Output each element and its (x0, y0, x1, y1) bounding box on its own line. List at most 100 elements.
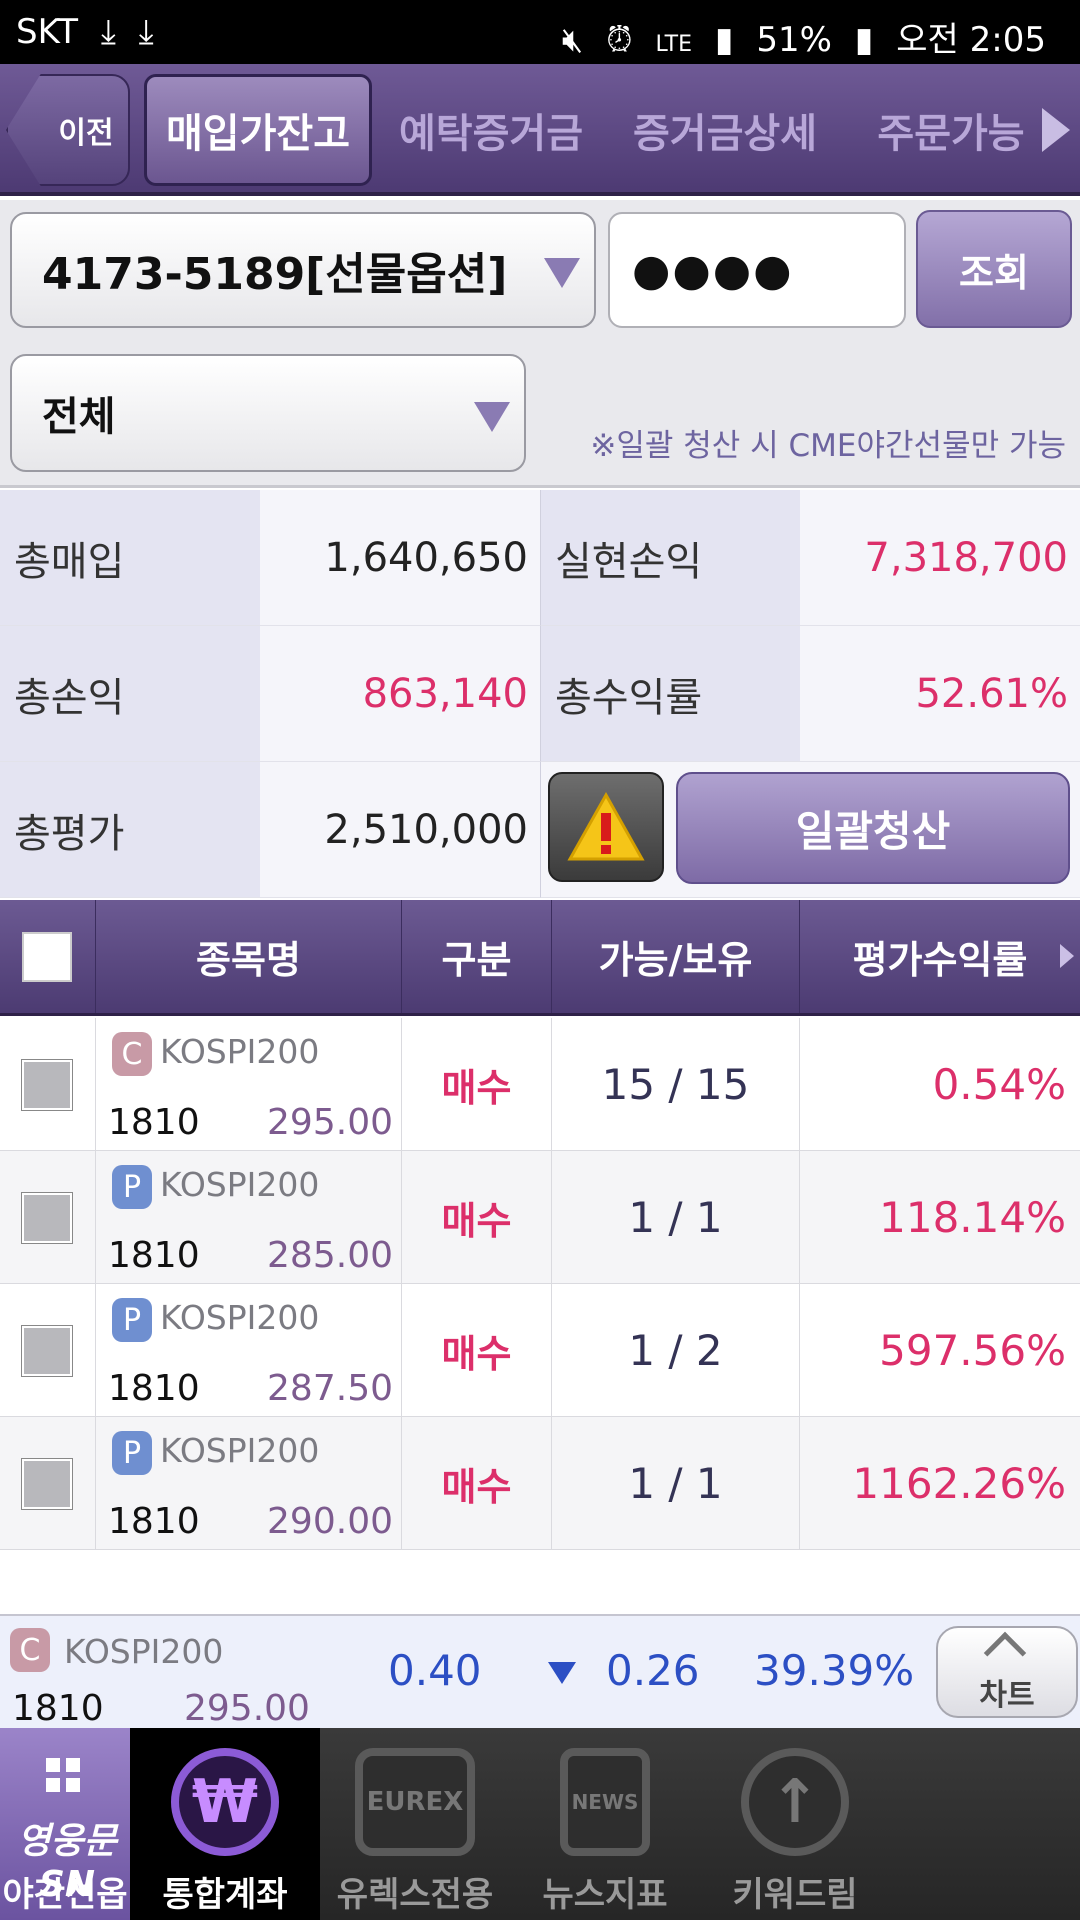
nav-label: 유렉스전용 (336, 1875, 494, 1915)
tab-label: 매입가잔고 (166, 111, 350, 157)
row-name: KOSPI200 (160, 1032, 320, 1071)
realized-pl-label: 실현손익 (540, 490, 800, 626)
quote-rate: 39.39% (754, 1646, 915, 1695)
status-bar: SKT ⤓ ⤓ 🔇︎ ⏰︎ LTE ▮ 51% ▮ 오전 2:05 (0, 0, 1080, 64)
put-badge: P (112, 1431, 152, 1475)
row-strike: 295.00 (267, 1102, 393, 1143)
row-checkbox[interactable] (22, 1459, 72, 1509)
tab-bar: 이전 매입가잔고 예탁증거금 증거금상세 주문가능 (0, 64, 1080, 196)
put-badge: P (112, 1298, 152, 1342)
table-row[interactable]: P KOSPI200 1810 285.00 매수 1 / 1 118.14% (0, 1151, 1080, 1284)
tab-label: 예탁증거금 (399, 111, 583, 157)
quote-month: 1810 (12, 1688, 104, 1729)
row-name: KOSPI200 (160, 1298, 320, 1337)
tab-label: 주문가능 (877, 111, 1025, 157)
query-button[interactable]: 조회 (916, 210, 1072, 328)
nav-label: 키워드림 (732, 1875, 858, 1915)
row-name: KOSPI200 (160, 1165, 320, 1204)
call-badge: C (10, 1628, 50, 1672)
put-badge: P (112, 1165, 152, 1209)
download-icon: ⤓ (138, 12, 154, 52)
chevron-up-icon (983, 1631, 1027, 1675)
total-buy-value: 1,640,650 (260, 490, 540, 626)
row-month: 1810 (108, 1368, 200, 1409)
row-checkbox[interactable] (22, 1326, 72, 1376)
row-type: 매수 (402, 1018, 552, 1150)
bulk-settle-button[interactable]: 일괄청산 (676, 772, 1070, 884)
row-checkbox[interactable] (22, 1193, 72, 1243)
account-select[interactable]: 4173-5189[선물옵션] (10, 212, 596, 328)
chart-button[interactable]: 차트 (936, 1626, 1078, 1718)
header-scroll-right-icon[interactable] (1060, 944, 1074, 968)
eurex-icon-text: EUREX (366, 1787, 464, 1817)
row-item-cell: P KOSPI200 1810 285.00 (96, 1151, 402, 1283)
table-row[interactable]: P KOSPI200 1810 290.00 매수 1 / 1 1162.26% (0, 1417, 1080, 1550)
nav-keyword[interactable]: ↑ 키워드림 (700, 1728, 890, 1920)
row-qty: 1 / 1 (552, 1151, 800, 1283)
filter-value: 전체 (42, 394, 116, 440)
row-check-cell (0, 1018, 96, 1150)
quote-price: 0.40 (388, 1646, 482, 1695)
header-type[interactable]: 구분 (402, 900, 552, 1013)
summary-panel: 총매입 1,640,650 실현손익 7,318,700 총손익 863,140… (0, 490, 1080, 898)
back-button[interactable]: 이전 (6, 74, 130, 186)
carrier-label: SKT (16, 12, 79, 52)
tab-margin-detail[interactable]: 증거금상세 (620, 74, 830, 186)
row-rate: 0.54% (932, 1059, 1066, 1109)
header-qty[interactable]: 가능/보유 (552, 900, 800, 1013)
back-button-label: 이전 (58, 116, 114, 151)
grid-menu-icon (46, 1758, 82, 1794)
filter-select[interactable]: 전체 (10, 354, 526, 472)
eurex-icon: EUREX (355, 1748, 475, 1856)
total-rate-label: 총수익률 (540, 626, 800, 762)
row-month: 1810 (108, 1501, 200, 1542)
realized-pl-value: 7,318,700 (800, 490, 1080, 626)
tab-label: 증거금상세 (633, 111, 817, 157)
warning-button[interactable] (548, 772, 664, 882)
signal-icon: ▮ (714, 20, 734, 60)
settle-notice: ※일괄 청산 시 CME야간선물만 가능 (590, 428, 1066, 464)
tab-order-available[interactable]: 주문가능 (866, 74, 1036, 186)
header-eval-rate[interactable]: 평가수익률 (800, 900, 1080, 1013)
header-item-name[interactable]: 종목명 (96, 900, 402, 1013)
download-icon: ⤓ (100, 12, 116, 52)
tab-scroll-right-icon[interactable] (1042, 108, 1070, 152)
nav-news[interactable]: NEWS 뉴스지표 (510, 1728, 700, 1920)
bottom-nav: 영웅문SN 야간선옵 ₩ 통합계좌 EUREX 유렉스전용 NEWS 뉴스지표 … (0, 1728, 1080, 1920)
table-header: 종목명 구분 가능/보유 평가수익률 (0, 900, 1080, 1016)
total-pl-label: 총손익 (0, 626, 260, 762)
nav-night-futures[interactable]: 영웅문SN 야간선옵 (0, 1728, 130, 1920)
filter-row: 전체 ※일괄 청산 시 CME야간선물만 가능 (0, 338, 1080, 488)
query-button-label: 조회 (959, 250, 1029, 295)
row-check-cell (0, 1151, 96, 1283)
total-eval-label: 총평가 (0, 762, 260, 898)
row-strike: 287.50 (267, 1368, 393, 1409)
row-checkbox[interactable] (22, 1060, 72, 1110)
row-rate: 597.56% (879, 1325, 1066, 1375)
account-row: 4173-5189[선물옵션] ●●●● 조회 (0, 200, 1080, 338)
alarm-icon: ⏰︎ (606, 20, 633, 60)
row-month: 1810 (108, 1102, 200, 1143)
header-check-cell (0, 900, 96, 1013)
call-badge: C (112, 1032, 152, 1076)
clock: 오전 2:05 (896, 20, 1046, 60)
password-field[interactable]: ●●●● (608, 212, 906, 328)
quote-name: KOSPI200 (64, 1632, 224, 1671)
row-qty: 1 / 1 (552, 1417, 800, 1549)
row-rate: 1162.26% (852, 1458, 1066, 1508)
total-pl-value: 863,140 (260, 626, 540, 762)
row-type: 매수 (402, 1417, 552, 1549)
nav-integrated-account[interactable]: ₩ 통합계좌 (130, 1728, 320, 1920)
tab-deposit-margin[interactable]: 예탁증거금 (386, 74, 596, 186)
table-row[interactable]: P KOSPI200 1810 287.50 매수 1 / 2 597.56% (0, 1284, 1080, 1417)
total-rate-value: 52.61% (800, 626, 1080, 762)
select-all-checkbox[interactable] (22, 932, 72, 982)
battery-icon: ▮ (854, 20, 874, 60)
nav-eurex[interactable]: EUREX 유렉스전용 (320, 1728, 510, 1920)
row-type: 매수 (402, 1151, 552, 1283)
tab-purchase-balance[interactable]: 매입가잔고 (144, 74, 372, 186)
quote-change: 0.26 (606, 1646, 700, 1695)
quote-bar[interactable]: C KOSPI200 1810 295.00 0.40 0.26 39.39% … (0, 1614, 1080, 1729)
table-row[interactable]: C KOSPI200 1810 295.00 매수 15 / 15 0.54% (0, 1018, 1080, 1151)
row-name: KOSPI200 (160, 1431, 320, 1470)
